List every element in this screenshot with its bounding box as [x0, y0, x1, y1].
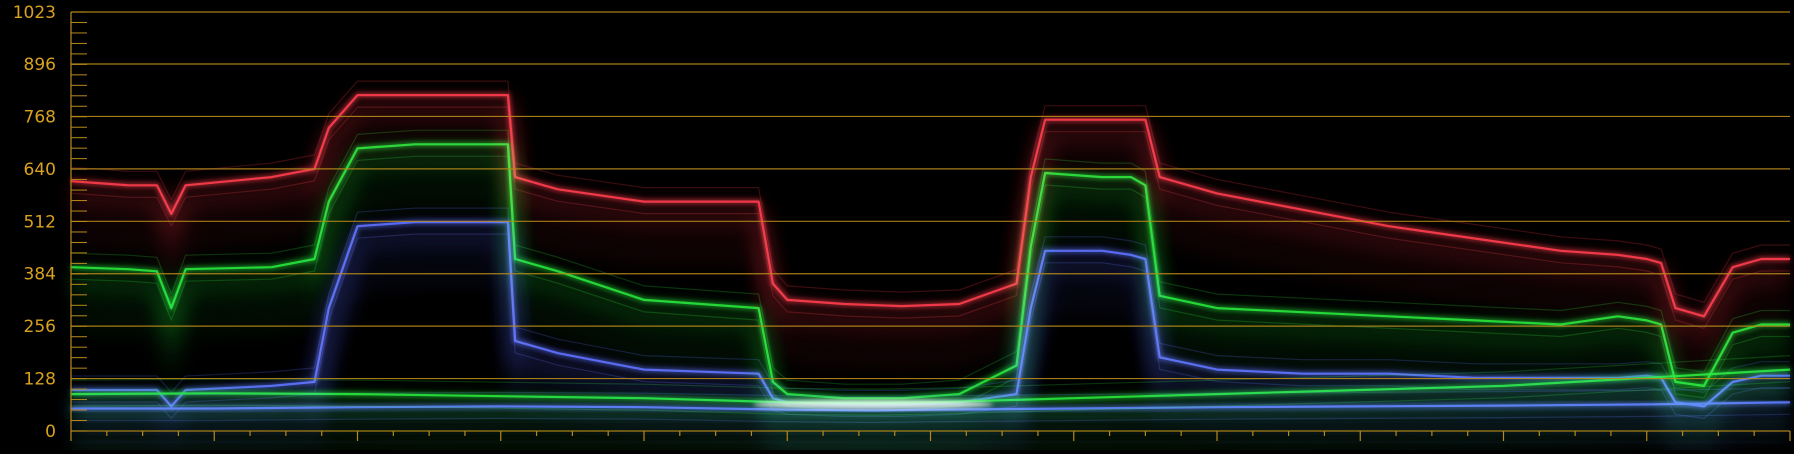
y-tick-label: 256	[24, 317, 56, 337]
waveform-plot: 0 128 256 384 512 640 768 896 1023	[0, 0, 1794, 454]
y-tick-label: 1023	[13, 3, 56, 23]
y-tick-label: 896	[24, 55, 56, 75]
y-tick-label: 640	[24, 160, 56, 180]
y-tick-label: 384	[24, 265, 56, 285]
y-tick-label: 0	[45, 422, 56, 442]
overlap-hotspot	[753, 399, 994, 410]
y-tick-label: 768	[24, 107, 56, 127]
waveform-scope: 0 128 256 384 512 640 768 896 1023	[0, 0, 1794, 454]
y-tick-label: 128	[24, 370, 56, 390]
y-tick-label: 512	[24, 212, 56, 232]
